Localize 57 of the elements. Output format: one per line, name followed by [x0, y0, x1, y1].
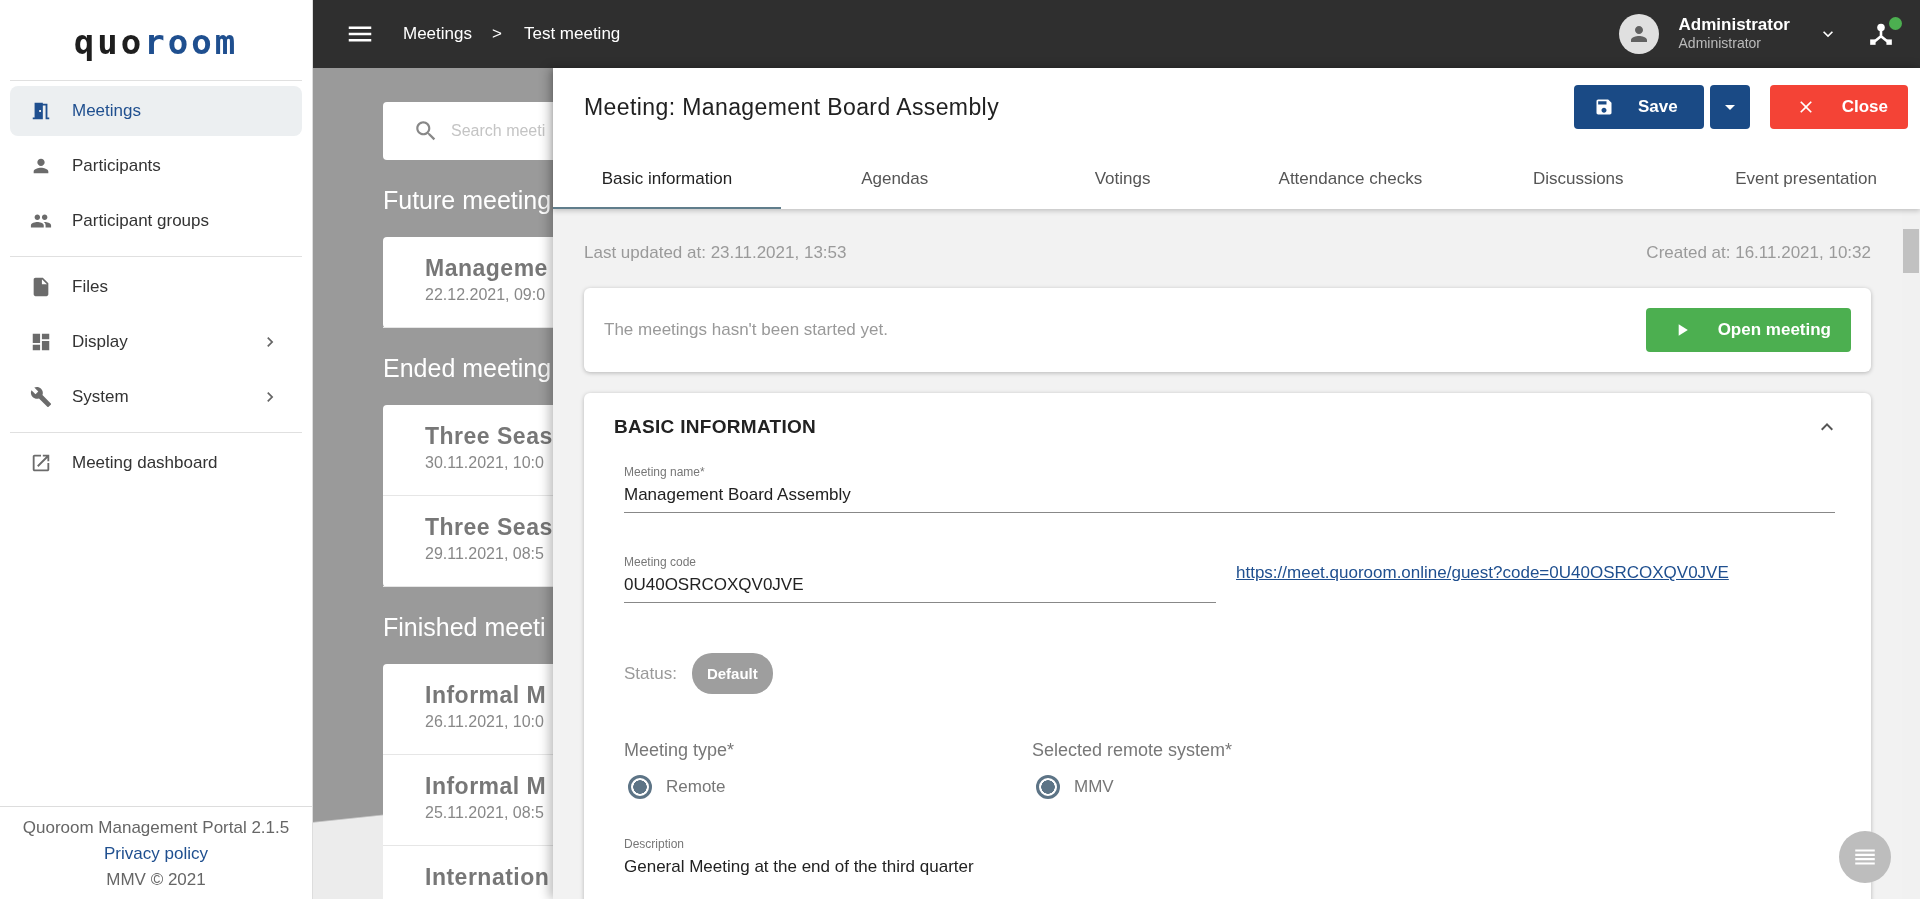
nav-item[interactable]: Display — [10, 317, 302, 367]
radio-button[interactable] — [628, 775, 652, 799]
tab[interactable]: Basic information — [553, 151, 781, 209]
section-title: Ended meeting — [383, 354, 553, 383]
radio-option[interactable]: MMV — [1032, 775, 1440, 799]
save-options-button[interactable] — [1709, 85, 1750, 129]
nav-item[interactable]: Participant groups — [10, 196, 302, 246]
nav-item[interactable]: Files — [10, 262, 302, 312]
logo: quo room — [73, 24, 239, 60]
meeting-link[interactable]: https://meet.quoroom.online/guest?code=0U40OSRCOXQV0JVE — [1236, 563, 1729, 583]
breadcrumb-separator: > — [492, 24, 502, 44]
section-title: Future meeting — [383, 186, 553, 215]
search-field[interactable]: Search meeti — [451, 122, 553, 140]
version-text: Quoroom Management Portal 2.1.5 — [21, 817, 291, 839]
radio-label: MMV — [1074, 777, 1114, 797]
scrollbar-thumb[interactable] — [1903, 229, 1919, 273]
meeting-name-field[interactable]: Meeting name* Management Board Assembly — [624, 453, 1835, 513]
nav-item[interactable]: Meeting dashboard — [10, 438, 302, 488]
user-role: Administrator — [1678, 34, 1762, 53]
description-field[interactable]: Description General Meeting at the end of the third quarter — [624, 837, 1835, 877]
breadcrumb-link[interactable]: Meetings — [403, 24, 472, 44]
tab[interactable]: Agendas — [780, 151, 1009, 209]
breadcrumb-link[interactable]: Test meeting — [523, 24, 621, 44]
scrollbar[interactable] — [1902, 209, 1920, 899]
close-button[interactable]: Close — [1769, 85, 1908, 129]
nav-item[interactable]: Participants — [10, 141, 302, 191]
save-button[interactable]: Save — [1574, 85, 1704, 129]
dashboard-icon — [30, 331, 52, 353]
meeting-code-field[interactable]: Meeting code 0U40OSRCOXQV0JVE — [624, 543, 1216, 603]
section-heading: BASIC INFORMATION — [614, 416, 817, 438]
privacy-policy-link[interactable]: Privacy policy — [104, 841, 208, 867]
tab[interactable]: Discussions — [1464, 151, 1693, 209]
status-chip: Default — [691, 653, 773, 694]
caret-icon — [1724, 104, 1735, 110]
external-link-icon — [30, 452, 52, 474]
radio-group-label: Selected remote system* — [1032, 740, 1234, 761]
door-icon — [30, 100, 52, 122]
radio-group-label: Meeting type* — [624, 740, 736, 761]
dialog-title: Meeting: Management Board Assembly — [584, 93, 1000, 121]
network-icon — [1868, 21, 1894, 47]
nav-item[interactable]: System — [10, 372, 302, 422]
tab[interactable]: Event presentation — [1692, 151, 1920, 209]
notice-text: The meetings hasn't been started yet. — [604, 320, 888, 340]
tab[interactable]: Attendance checks — [1236, 151, 1465, 209]
tab[interactable]: Votings — [1008, 151, 1237, 209]
section-title: Finished meeti — [383, 613, 547, 642]
radio-label: Remote — [666, 777, 726, 797]
wrench-icon — [30, 386, 52, 408]
user-name: Administrator — [1678, 15, 1790, 34]
last-updated-text: Last updated at: 23.11.2021, 13:53 — [584, 243, 847, 263]
created-text: Created at: 16.11.2021, 10:32 — [1646, 243, 1871, 263]
radio-option[interactable]: Remote — [624, 775, 1032, 799]
copyright-text: MMV © 2021 — [105, 869, 207, 891]
status-label: Status: — [624, 663, 677, 684]
save-icon — [1594, 97, 1614, 117]
nav-item[interactable]: Meetings — [10, 86, 302, 136]
radio-button[interactable] — [1036, 775, 1060, 799]
